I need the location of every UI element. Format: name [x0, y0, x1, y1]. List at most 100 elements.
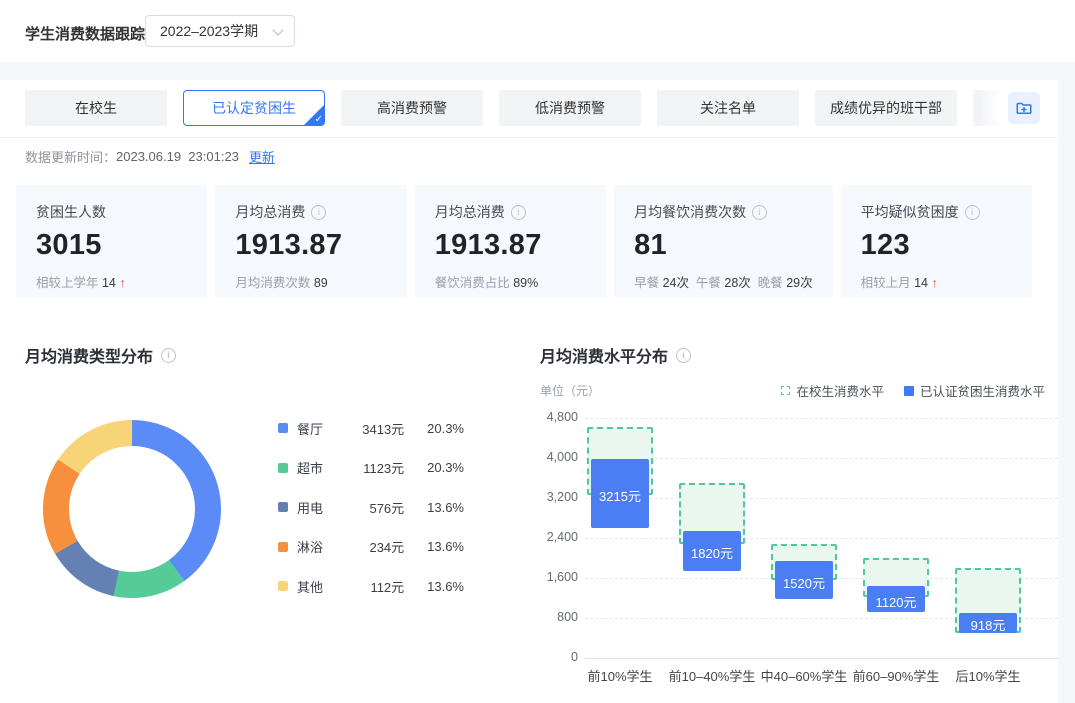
stat-footer-text: 相较上学年 [36, 276, 102, 290]
chart-legend-item[interactable]: 在校生消费水平 [781, 381, 884, 400]
legend-dashed-swatch [781, 386, 790, 395]
stat-card-title-text: 月均总消费 [435, 202, 505, 222]
content-panel: 在校生 已认定贫困生✓ 高消费预警 低消费预警 关注名单 成绩优异的班干部 数据更新时间：… [0, 80, 1058, 703]
bar-value-label: 1120元 [867, 592, 925, 611]
donut-title-text: 月均消费类型分布 [25, 343, 153, 367]
stat-card: 月均总消费i1913.87月均消费次数 89 [215, 185, 406, 297]
arrow-up-icon: ↑ [119, 276, 125, 290]
stat-card-footer: 相较上学年 14 ↑ [36, 272, 187, 291]
gridline [585, 458, 1058, 459]
update-bar: 数据更新时间： 2023.06.19 23:01:23 更新 [25, 147, 275, 166]
legend-swatch [278, 423, 288, 433]
legend-swatch [278, 463, 288, 473]
tab-item[interactable]: 关注名单 [657, 90, 799, 126]
donut-legend-row: 用电576元 13.6% [278, 493, 464, 521]
stat-footer-text: 89% [513, 276, 538, 290]
legend-value: 576元 [352, 498, 405, 517]
info-icon[interactable]: i [511, 205, 526, 220]
gridline [585, 498, 1058, 499]
stat-card-value: 81 [634, 229, 813, 262]
info-icon[interactable]: i [676, 348, 691, 363]
tab-label: 高消费预警 [377, 98, 447, 118]
info-icon[interactable]: i [311, 205, 326, 220]
stat-card-footer: 早餐 24次 午餐 28次 晚餐 29次 [634, 272, 813, 291]
donut-chart [41, 418, 223, 600]
donut-legend-row: 其他112元13.6% [278, 572, 464, 600]
legend-value: 234元 [352, 537, 405, 556]
info-icon[interactable]: i [965, 205, 980, 220]
tab-item[interactable]: 低消费预警 [499, 90, 641, 126]
stat-card-title-text: 平均疑似贫困度 [861, 202, 959, 222]
info-icon[interactable]: i [161, 348, 176, 363]
legend-label: 用电 [297, 498, 352, 517]
top-bar: 学生消费数据跟踪： 2022–2023学期 [0, 0, 1075, 62]
legend-label: 餐厅 [297, 419, 352, 438]
page-title: 学生消费数据跟踪： [25, 23, 160, 44]
bar-value-label: 1820元 [683, 543, 741, 562]
legend-percent: 13.6% [414, 500, 464, 515]
info-icon[interactable]: i [752, 205, 767, 220]
tab-item[interactable]: 成绩优异的班干部 [815, 90, 957, 126]
y-axis-tick: 800 [528, 610, 578, 624]
stat-card: 贫困生人数3015相较上学年 14 ↑ [16, 185, 207, 297]
stat-card-title: 贫困生人数 [36, 202, 187, 222]
legend-percent: 13.6% [414, 539, 464, 554]
legend-swatch [278, 581, 288, 591]
stat-card-title: 月均餐饮消费次数 i [634, 202, 813, 222]
bar-section-title: 月均消费水平分布 i [540, 343, 691, 367]
tab-label: 在校生 [75, 98, 117, 118]
stat-footer-text: 14 [102, 276, 119, 290]
legend-percent: 20.3% [414, 421, 464, 436]
stat-footer-text: 相较上月 [861, 276, 914, 290]
add-tab-button[interactable] [1008, 92, 1040, 124]
stat-card: 月均餐饮消费次数 i 81 早餐 24次 午餐 28次 晚餐 29次 [614, 185, 833, 297]
stat-footer-text: 28次 [724, 276, 750, 290]
chart-legend-item[interactable]: 已认证贫困生消费水平 [904, 381, 1045, 400]
bar-value-label: 3215元 [591, 486, 649, 505]
tab-item[interactable]: 在校生 [25, 90, 167, 126]
update-time-value: 2023.06.19 23:01:23 [116, 149, 239, 164]
y-axis-tick: 4,000 [528, 450, 578, 464]
stat-card-value: 1913.87 [435, 229, 586, 262]
tab-item[interactable]: 已认定贫困生✓ [183, 90, 325, 126]
arrow-up-icon: ↑ [932, 276, 938, 290]
stat-footer-text: 14 [914, 276, 931, 290]
stat-footer-text: 24次 [663, 276, 689, 290]
donut-section-title: 月均消费类型分布 i [25, 343, 176, 367]
bar-value-label: 1520元 [775, 573, 833, 592]
bar-title-text: 月均消费水平分布 [540, 343, 668, 367]
unit-label: 单位（元） [540, 382, 600, 399]
stat-card-title-text: 月均餐饮消费次数 [634, 202, 746, 222]
y-axis-tick: 2,400 [528, 530, 578, 544]
legend-value: 112元 [352, 577, 405, 596]
stat-card-title: 月均总消费i [235, 202, 386, 222]
stat-card-value: 1913.87 [235, 229, 386, 262]
donut-legend-row: 超市1123元20.3% [278, 454, 464, 482]
stat-footer-text: 午餐 [689, 276, 724, 290]
legend-label: 淋浴 [297, 537, 352, 556]
refresh-link[interactable]: 更新 [249, 147, 275, 166]
x-axis-label: 后10%学生 [928, 666, 1048, 685]
bar-chart-legend: 在校生消费水平 已认证贫困生消费水平 [781, 381, 1045, 400]
tab-item[interactable]: 高消费预警 [341, 90, 483, 126]
legend-label: 其他 [297, 577, 352, 596]
y-axis-tick: 1,600 [528, 570, 578, 584]
legend-value: 1123元 [352, 458, 405, 477]
legend-label: 超市 [297, 458, 352, 477]
stat-card: 平均疑似贫困度 i 123 相较上月 14 ↑ [841, 185, 1032, 297]
donut-legend-row: 淋浴234元 13.6% [278, 533, 464, 561]
tab-label: 关注名单 [700, 98, 756, 118]
gridline [585, 538, 1058, 539]
gridline [585, 418, 1058, 419]
donut-legend-row: 餐厅3413元 20.3% [278, 414, 464, 442]
stat-card-value: 123 [861, 229, 1012, 262]
y-axis-tick: 3,200 [528, 490, 578, 504]
legend-value: 3413元 [352, 419, 405, 438]
stat-card: 月均总消费i1913.87餐饮消费占比 89% [415, 185, 606, 297]
stat-footer-text: 月均消费次数 [235, 276, 313, 290]
stat-card-title: 平均疑似贫困度 i [861, 202, 1012, 222]
legend-swatch [904, 386, 914, 396]
bar-value-label: 918元 [959, 615, 1017, 634]
semester-select[interactable]: 2022–2023学期 [145, 15, 295, 47]
dashboard: 学生消费数据跟踪： 2022–2023学期 在校生 已认定贫困生✓ 高消费预警 低消费… [0, 0, 1075, 703]
